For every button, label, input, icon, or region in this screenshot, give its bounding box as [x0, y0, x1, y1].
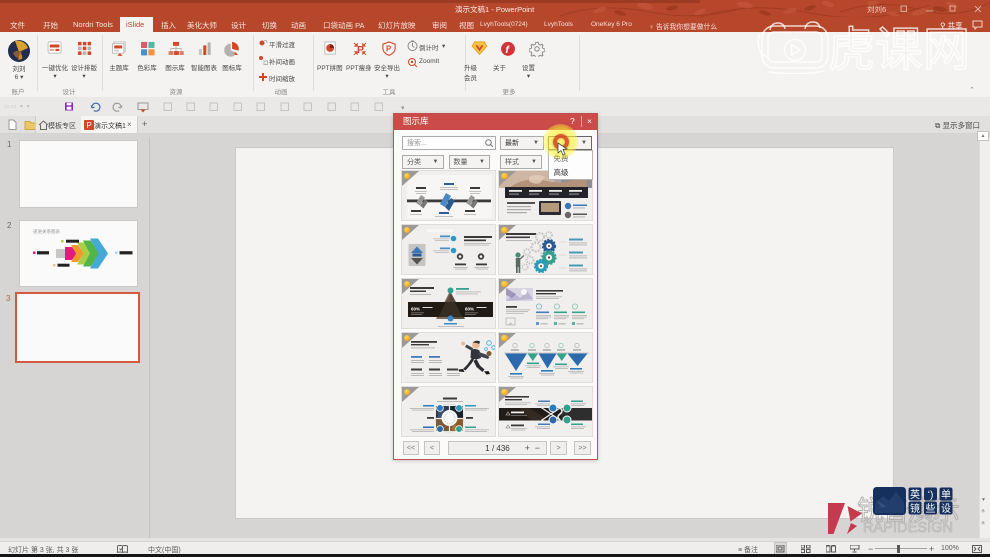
svg-text:60%: 60%	[411, 306, 420, 311]
svg-text:单: 单	[941, 489, 951, 501]
svg-text:英: 英	[910, 488, 920, 501]
svg-text:P: P	[386, 44, 391, 53]
svg-text:虎课网: 虎课网	[828, 23, 970, 74]
svg-text:60%: 60%	[465, 306, 474, 311]
svg-text:▾: ▾	[401, 105, 405, 112]
svg-text:镜: 镜	[910, 502, 920, 515]
svg-text:些: 些	[926, 502, 936, 515]
svg-text:设: 设	[941, 503, 951, 515]
svg-text:P: P	[87, 121, 92, 130]
svg-text:RAPIDESIGN: RAPIDESIGN	[863, 520, 953, 536]
svg-text:递进关系图表: 递进关系图表	[33, 228, 60, 235]
svg-text:ʻ): ʻ)	[928, 489, 934, 501]
